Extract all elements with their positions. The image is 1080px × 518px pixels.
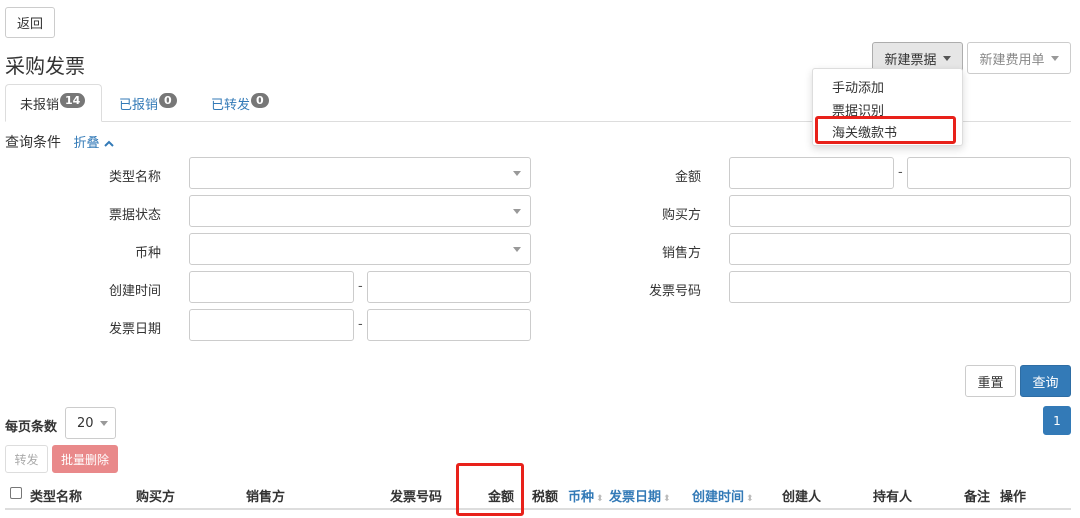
page-1-button[interactable]: 1 xyxy=(1043,406,1071,435)
column-header-remark: 备注 xyxy=(964,490,991,505)
batch-delete-label: 批量删除 xyxy=(60,452,109,467)
column-header-type-name: 类型名称 xyxy=(30,490,83,505)
reset-label: 重置 xyxy=(977,375,1004,391)
column-header-seller: 销售方 xyxy=(246,490,286,505)
collapse-link[interactable]: 折叠 xyxy=(73,136,114,151)
highlight-box-amount xyxy=(456,463,524,516)
chevron-down-icon xyxy=(942,55,951,61)
amount-min-input[interactable] xyxy=(729,157,894,189)
range-separator: - xyxy=(358,279,363,294)
menu-item-manual-add[interactable]: 手动添加 xyxy=(832,77,884,96)
search-button[interactable]: 查询 xyxy=(1020,365,1071,397)
label-seller: 销售方 xyxy=(661,246,701,261)
created-time-start-input[interactable] xyxy=(189,271,354,303)
invoice-number-input[interactable] xyxy=(729,271,1071,303)
buyer-input[interactable] xyxy=(729,195,1071,227)
invoice-date-end-input[interactable] xyxy=(367,309,531,341)
label-type-name: 类型名称 xyxy=(108,170,161,185)
page-size-label: 每页条数 xyxy=(5,420,58,435)
back-button[interactable]: 返回 xyxy=(5,7,55,38)
reset-button[interactable]: 重置 xyxy=(965,365,1016,397)
page-number: 1 xyxy=(1053,413,1061,428)
table-header-divider xyxy=(5,508,1071,510)
tab-label: 已报销 xyxy=(119,97,159,113)
batch-delete-button[interactable]: 批量删除 xyxy=(52,445,118,473)
amount-max-input[interactable] xyxy=(907,157,1071,189)
search-label: 查询 xyxy=(1032,375,1059,391)
chevron-down-icon xyxy=(513,209,521,214)
column-label: 发票日期 xyxy=(609,490,662,505)
currency-select[interactable] xyxy=(189,233,531,265)
column-header-buyer: 购买方 xyxy=(136,490,176,505)
forward-button[interactable]: 转发 xyxy=(5,445,48,473)
highlight-box-menu xyxy=(815,116,956,144)
column-header-currency[interactable]: 币种 ⬍ xyxy=(568,486,604,505)
forward-label: 转发 xyxy=(14,452,39,467)
label-invoice-number: 发票号码 xyxy=(648,284,701,299)
tab-label: 未报销 xyxy=(20,97,60,113)
tab-forwarded[interactable]: 已转发 0 xyxy=(211,84,269,122)
sort-icon: ⬍ xyxy=(746,494,754,504)
column-label: 创建时间 xyxy=(692,490,745,505)
range-separator: - xyxy=(358,317,363,332)
tab-reimbursed[interactable]: 已报销 0 xyxy=(119,84,177,122)
type-name-select[interactable] xyxy=(189,157,531,189)
sort-icon: ⬍ xyxy=(663,494,671,504)
invoice-date-start-input[interactable] xyxy=(189,309,354,341)
page-size-select[interactable]: 20 xyxy=(65,407,116,439)
label-amount: 金额 xyxy=(674,170,701,185)
query-title: 查询条件 xyxy=(5,135,61,151)
page-size-value: 20 xyxy=(77,415,94,431)
select-all-checkbox[interactable] xyxy=(10,487,22,499)
label-invoice-date: 发票日期 xyxy=(108,322,161,337)
column-header-tax: 税额 xyxy=(532,490,559,505)
column-header-creator: 创建人 xyxy=(782,490,822,505)
label-ticket-status: 票据状态 xyxy=(108,208,161,223)
collapse-label: 折叠 xyxy=(73,136,100,151)
seller-input[interactable] xyxy=(729,233,1071,265)
range-separator: - xyxy=(898,165,903,180)
column-header-created-time[interactable]: 创建时间 ⬍ xyxy=(692,486,754,505)
column-header-invoice-date[interactable]: 发票日期 ⬍ xyxy=(609,486,671,505)
back-button-label: 返回 xyxy=(16,17,43,32)
count-badge: 0 xyxy=(251,92,269,108)
chevron-down-icon xyxy=(513,247,521,252)
label-created-time: 创建时间 xyxy=(108,284,161,299)
query-header: 查询条件 折叠 xyxy=(5,132,114,152)
chevron-down-icon xyxy=(99,420,108,426)
label-buyer: 购买方 xyxy=(661,208,701,223)
tab-unreimbursed[interactable]: 未报销 14 xyxy=(5,84,102,122)
chevron-down-icon xyxy=(1050,55,1059,61)
new-expense-button[interactable]: 新建费用单 xyxy=(967,42,1071,74)
chevron-up-icon xyxy=(103,140,114,147)
column-label: 币种 xyxy=(568,490,595,505)
column-header-holder: 持有人 xyxy=(873,490,913,505)
label-currency: 币种 xyxy=(134,246,161,261)
sort-icon: ⬍ xyxy=(596,494,604,504)
tab-label: 已转发 xyxy=(211,97,251,113)
chevron-down-icon xyxy=(513,171,521,176)
count-badge: 0 xyxy=(159,92,177,108)
created-time-end-input[interactable] xyxy=(367,271,531,303)
column-header-actions: 操作 xyxy=(1000,490,1027,505)
count-badge: 14 xyxy=(60,92,86,108)
new-ticket-label: 新建票据 xyxy=(884,52,937,68)
ticket-status-select[interactable] xyxy=(189,195,531,227)
page-title: 采购发票 xyxy=(5,54,85,78)
new-expense-label: 新建费用单 xyxy=(979,52,1045,68)
column-header-invoice-number: 发票号码 xyxy=(390,490,443,505)
